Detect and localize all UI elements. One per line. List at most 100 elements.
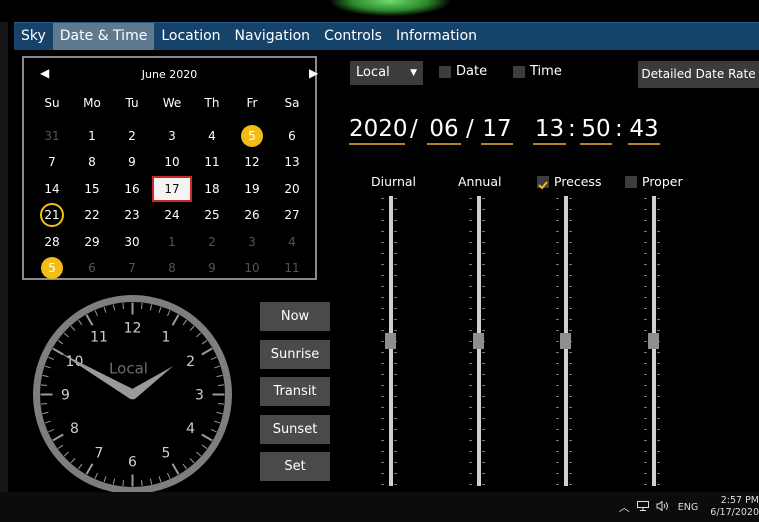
calendar-day[interactable]: 6 xyxy=(272,123,312,150)
calendar-day[interactable]: 11 xyxy=(192,149,232,176)
precess-checkbox[interactable] xyxy=(537,176,549,190)
menu-item-controls[interactable]: Controls xyxy=(317,23,389,50)
calendar-day[interactable]: 20 xyxy=(272,176,312,203)
calendar-day[interactable]: 29 xyxy=(72,229,112,256)
calendar-day[interactable]: 11 xyxy=(272,255,312,282)
calendar-day[interactable]: 28 xyxy=(32,229,72,256)
annual-slider-thumb[interactable] xyxy=(473,333,484,349)
clock-tick xyxy=(112,304,116,311)
calendar-day[interactable]: 5 xyxy=(232,123,272,150)
calendar-day[interactable]: 23 xyxy=(112,202,152,229)
calendar-day[interactable]: 2 xyxy=(192,229,232,256)
clock-label: Local xyxy=(109,360,148,378)
calendar-day[interactable]: 15 xyxy=(72,176,112,203)
menu-item-sky[interactable]: Sky xyxy=(14,23,53,50)
calendar-day[interactable]: 8 xyxy=(72,149,112,176)
timezone-select-value: Local xyxy=(356,65,390,80)
calendar-day[interactable]: 4 xyxy=(272,229,312,256)
language-indicator[interactable]: ENG xyxy=(678,502,698,513)
clock-number: 1 xyxy=(162,329,171,345)
calendar-day[interactable]: 24 xyxy=(152,202,192,229)
month-field[interactable]: 06 xyxy=(427,115,461,145)
clock-tick xyxy=(201,444,208,449)
hour-field[interactable]: 13 xyxy=(533,115,566,145)
proper-slider-thumb[interactable] xyxy=(648,333,659,349)
calendar-grid: Su Mo Tu We Th Fr Sa 31 1 2 3 4 5 6 7 8 9 10 11 12 13 14 15 16 1… xyxy=(32,96,312,282)
proper-checkbox[interactable] xyxy=(625,176,637,188)
calendar-day[interactable]: 19 xyxy=(232,176,272,203)
chevron-up-icon[interactable]: ︿ xyxy=(619,499,630,515)
second-field[interactable]: 43 xyxy=(628,115,660,145)
day-field[interactable]: 17 xyxy=(481,115,513,145)
calendar: ◀ June 2020 ▶ Su Mo Tu We Th Fr Sa 31 1 2 3 4 5 6 7 8 9 1… xyxy=(22,56,318,282)
time-checkbox[interactable] xyxy=(513,66,525,78)
clock-tray[interactable]: 2:57 PM 6/17/2020 xyxy=(710,495,759,519)
network-icon[interactable] xyxy=(636,500,649,514)
clock-number: 6 xyxy=(128,455,137,471)
clock-tick xyxy=(63,332,69,338)
clock-tick xyxy=(103,306,107,313)
calendar-day[interactable]: 9 xyxy=(112,149,152,176)
minute-field[interactable]: 50 xyxy=(580,115,612,145)
set-button[interactable]: Set xyxy=(260,452,330,481)
calendar-day[interactable]: 1 xyxy=(72,123,112,150)
calendar-day[interactable]: 5 xyxy=(32,255,72,282)
calendar-day[interactable]: 1 xyxy=(152,229,192,256)
date-separator: / xyxy=(466,116,474,142)
calendar-day[interactable]: 13 xyxy=(272,149,312,176)
calendar-day[interactable]: 10 xyxy=(152,149,192,176)
chevron-right-icon[interactable]: ▶ xyxy=(309,66,318,80)
calendar-day[interactable]: 3 xyxy=(232,229,272,256)
clock-tick xyxy=(182,463,187,470)
clock-tick xyxy=(48,356,55,360)
precess-slider-thumb[interactable] xyxy=(560,333,571,349)
sunset-button[interactable]: Sunset xyxy=(260,414,330,444)
now-button[interactable]: Now xyxy=(260,302,330,331)
calendar-day[interactable]: 14 xyxy=(32,176,72,203)
calendar-day[interactable]: 10 xyxy=(232,255,272,282)
clock-tick xyxy=(44,365,51,369)
clock-tick xyxy=(63,451,69,457)
clock-tick xyxy=(94,472,98,479)
calendar-day[interactable]: 7 xyxy=(112,255,152,282)
calendar-day-selected[interactable]: 17 xyxy=(152,175,192,202)
clock-tick xyxy=(201,340,208,345)
calendar-day[interactable]: 2 xyxy=(112,123,152,150)
date-checkbox[interactable] xyxy=(439,66,451,78)
timezone-select[interactable]: Local ▼ xyxy=(350,61,423,85)
transit-button[interactable]: Transit xyxy=(260,377,330,406)
calendar-day[interactable]: 18 xyxy=(192,176,232,203)
calendar-day[interactable]: 4 xyxy=(192,123,232,150)
calendar-day[interactable]: 26 xyxy=(232,202,272,229)
calendar-day[interactable]: 6 xyxy=(72,255,112,282)
sunrise-button[interactable]: Sunrise xyxy=(260,339,330,369)
year-field[interactable]: 2020 xyxy=(349,115,408,145)
calendar-day[interactable]: 22 xyxy=(72,202,112,229)
diurnal-slider-thumb[interactable] xyxy=(385,333,396,349)
calendar-day[interactable]: 27 xyxy=(272,202,312,229)
calendar-day[interactable]: 30 xyxy=(112,229,152,256)
clock-tick xyxy=(210,356,217,360)
time-separator: : xyxy=(568,116,576,142)
volume-icon[interactable] xyxy=(656,499,670,514)
calendar-day[interactable]: 25 xyxy=(192,202,232,229)
calendar-day[interactable]: 3 xyxy=(152,123,192,150)
menu-item-date-time[interactable]: Date & Time xyxy=(52,23,155,50)
clock-tick xyxy=(48,429,55,433)
clock-tick xyxy=(70,458,76,464)
calendar-day[interactable]: 21 xyxy=(32,202,72,229)
left-edge-panel xyxy=(0,22,8,492)
clock-tick xyxy=(216,411,223,415)
menu-item-information[interactable]: Information xyxy=(389,23,484,50)
clock-tick xyxy=(94,310,98,317)
menu-item-navigation[interactable]: Navigation xyxy=(228,23,318,50)
detailed-date-rate-button[interactable]: Detailed Date Rate xyxy=(638,61,759,88)
weekday-label: Tu xyxy=(125,96,139,110)
calendar-day[interactable]: 12 xyxy=(232,149,272,176)
calendar-day[interactable]: 31 xyxy=(32,123,72,150)
calendar-day[interactable]: 16 xyxy=(112,176,152,203)
menu-item-location[interactable]: Location xyxy=(154,23,227,50)
calendar-day[interactable]: 7 xyxy=(32,149,72,176)
calendar-day[interactable]: 8 xyxy=(152,255,192,282)
calendar-day[interactable]: 9 xyxy=(192,255,232,282)
